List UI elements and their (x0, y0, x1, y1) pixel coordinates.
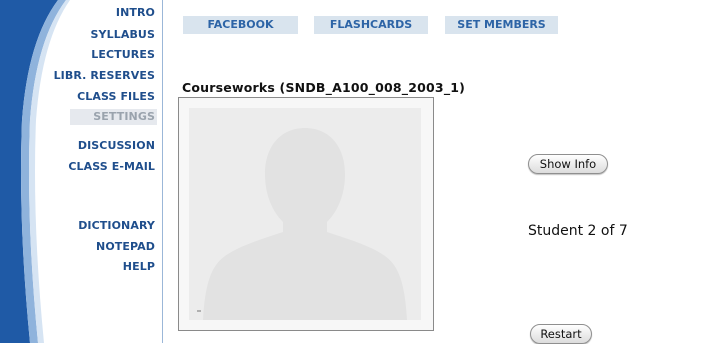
show-info-button[interactable]: Show Info (528, 154, 608, 174)
tab-set-members[interactable]: SET MEMBERS (445, 16, 558, 34)
sidebar-item-intro[interactable]: INTRO (116, 6, 155, 19)
student-photo-frame (178, 97, 434, 331)
tab-facebook[interactable]: FACEBOOK (183, 16, 298, 34)
sidebar-item-lectures[interactable]: LECTURES (91, 48, 155, 61)
sidebar-item-class-email[interactable]: CLASS E-MAIL (68, 160, 155, 173)
sidebar: INTRO SYLLABUS LECTURES LIBR. RESERVES C… (0, 0, 163, 343)
sidebar-item-settings[interactable]: SETTINGS (70, 109, 157, 125)
restart-button[interactable]: Restart (530, 324, 592, 344)
sidebar-item-class-files[interactable]: CLASS FILES (77, 90, 155, 103)
sidebar-item-notepad[interactable]: NOTEPAD (96, 240, 155, 253)
sidebar-divider (162, 0, 163, 343)
sidebar-item-libr-reserves[interactable]: LIBR. RESERVES (54, 69, 155, 82)
student-photo (189, 108, 421, 320)
student-counter: Student 2 of 7 (528, 223, 628, 239)
sidebar-item-discussion[interactable]: DISCUSSION (78, 139, 155, 152)
person-silhouette-icon (189, 108, 421, 320)
sidebar-item-syllabus[interactable]: SYLLABUS (91, 28, 155, 41)
tab-flashcards[interactable]: FLASHCARDS (314, 16, 428, 34)
sidebar-item-help[interactable]: HELP (123, 260, 155, 273)
page-title: Courseworks (SNDB_A100_008_2003_1) (182, 80, 466, 95)
sidebar-item-dictionary[interactable]: DICTIONARY (78, 219, 155, 232)
